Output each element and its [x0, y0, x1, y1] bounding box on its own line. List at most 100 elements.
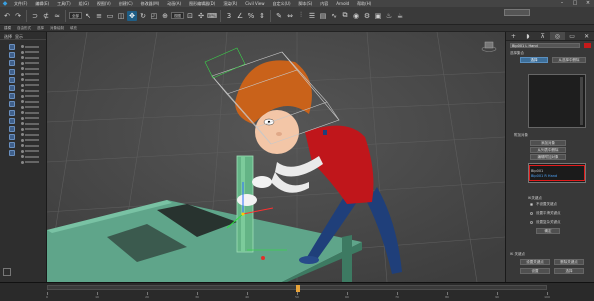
- modify-tab-icon[interactable]: ◗: [521, 32, 536, 40]
- ribbon-tab-object-paint[interactable]: 对象绘制: [50, 26, 64, 31]
- list-item[interactable]: [21, 88, 45, 93]
- visibility-icon[interactable]: [21, 116, 24, 120]
- tab-select[interactable]: 选择: [4, 34, 12, 39]
- render-frame-icon[interactable]: ▣: [373, 11, 383, 21]
- list-item[interactable]: [21, 72, 45, 77]
- menu-item[interactable]: 内容: [316, 1, 332, 7]
- search-input[interactable]: [504, 9, 530, 16]
- menu-item[interactable]: 自定义(U): [268, 1, 294, 7]
- window-crossing-icon[interactable]: ◫: [116, 11, 126, 21]
- selection-filter-dropdown[interactable]: 全部: [69, 12, 82, 19]
- menu-item[interactable]: Civil View: [241, 1, 268, 7]
- visibility-icon[interactable]: [21, 127, 24, 131]
- list-item[interactable]: [21, 94, 45, 99]
- filter-icon[interactable]: [9, 134, 15, 141]
- menu-item[interactable]: 文件(F): [10, 1, 31, 7]
- visibility-icon[interactable]: [21, 89, 24, 92]
- filter-icon[interactable]: [9, 93, 15, 100]
- filter-icon[interactable]: [9, 117, 15, 124]
- select-manipulate-icon[interactable]: ✣: [196, 11, 206, 21]
- maximize-icon[interactable]: □: [569, 0, 581, 7]
- tab-display[interactable]: 显示: [15, 34, 23, 39]
- menu-item[interactable]: 脚本(S): [295, 1, 317, 7]
- snap-toggle-icon[interactable]: 3: [224, 11, 234, 21]
- list-item[interactable]: [21, 121, 45, 126]
- visibility-icon[interactable]: [21, 138, 24, 142]
- ribbon-tab-selection[interactable]: 选择: [37, 26, 44, 31]
- visibility-icon[interactable]: [21, 144, 24, 147]
- delete-key-button[interactable]: 删除关键点: [554, 259, 584, 265]
- render-teapot-icon[interactable]: ♨: [384, 11, 394, 21]
- visibility-icon[interactable]: [21, 45, 24, 48]
- visibility-icon[interactable]: [21, 50, 24, 54]
- object-name-field[interactable]: Bip001 L Hand: [510, 43, 580, 48]
- visibility-icon[interactable]: [21, 133, 24, 136]
- list-item[interactable]: [21, 55, 45, 60]
- scale-icon[interactable]: ◰: [149, 11, 159, 21]
- unlink-icon[interactable]: ⊄: [41, 11, 51, 21]
- attachment-list[interactable]: Bip001 Bip001 R Hand: [528, 163, 586, 183]
- list-item[interactable]: Bip001 R Hand: [531, 174, 557, 178]
- visibility-icon[interactable]: [21, 56, 24, 59]
- keyboard-shortcut-icon[interactable]: ⌨: [207, 11, 217, 21]
- utilities-tab-icon[interactable]: ✕: [579, 32, 594, 40]
- select-by-name-icon[interactable]: ≡: [94, 11, 104, 21]
- visibility-icon[interactable]: [21, 122, 24, 125]
- visibility-icon[interactable]: [21, 61, 24, 65]
- list-item[interactable]: Bip001: [531, 169, 543, 173]
- filter-icon[interactable]: [9, 101, 15, 108]
- visibility-icon[interactable]: [21, 78, 24, 81]
- list-item[interactable]: [21, 83, 45, 88]
- material-editor-icon[interactable]: ◉: [351, 11, 361, 21]
- visibility-icon[interactable]: [21, 100, 24, 103]
- filter-icon[interactable]: [9, 84, 15, 91]
- align-icon[interactable]: ⫶: [296, 11, 306, 21]
- menu-item[interactable]: 修改器(M): [137, 1, 164, 7]
- option-2-radio[interactable]: [530, 212, 533, 215]
- list-item[interactable]: [21, 110, 45, 115]
- object-list-box[interactable]: [528, 74, 586, 128]
- list-scrollbar[interactable]: [580, 77, 583, 125]
- list-item[interactable]: [21, 160, 45, 165]
- display-tab-icon[interactable]: ▭: [565, 32, 580, 40]
- spinner-snap-icon[interactable]: ⇕: [257, 11, 267, 21]
- ribbon-tab-populate[interactable]: 填充: [70, 26, 77, 31]
- visibility-icon[interactable]: [21, 94, 24, 98]
- add-object-button[interactable]: 添加对象: [530, 140, 566, 146]
- visibility-icon[interactable]: [21, 67, 24, 70]
- menu-item[interactable]: Arnold: [332, 1, 353, 7]
- percent-snap-icon[interactable]: %: [246, 11, 256, 21]
- option-3-radio[interactable]: [530, 221, 533, 224]
- undo-icon[interactable]: ↶: [2, 11, 12, 21]
- schematic-view-icon[interactable]: ⧉: [340, 11, 350, 21]
- menu-item[interactable]: 渲染(R): [219, 1, 241, 7]
- list-item[interactable]: [21, 132, 45, 137]
- filter-icon[interactable]: [9, 68, 15, 75]
- set-button[interactable]: 设置: [520, 268, 550, 274]
- select-object-icon[interactable]: ↖: [83, 11, 93, 21]
- layer-explorer-icon[interactable]: ☰: [307, 11, 317, 21]
- list-item[interactable]: [21, 77, 45, 82]
- pivot-icon[interactable]: ⊡: [185, 11, 195, 21]
- visibility-icon[interactable]: [21, 160, 24, 164]
- menu-item[interactable]: 组(G): [75, 1, 93, 7]
- layer-toggle-icon[interactable]: [3, 268, 11, 276]
- filter-icon[interactable]: [9, 109, 15, 116]
- bind-space-warp-icon[interactable]: ≈: [52, 11, 62, 21]
- menu-item[interactable]: 帮助(H): [353, 1, 375, 7]
- move-icon[interactable]: ✥: [127, 10, 137, 21]
- object-color-swatch[interactable]: [584, 43, 591, 48]
- toggle-ribbon-icon[interactable]: ▤: [318, 11, 328, 21]
- filter-icon[interactable]: [9, 76, 15, 83]
- menu-item[interactable]: 创建(C): [115, 1, 137, 7]
- filter-icon[interactable]: [9, 52, 15, 59]
- minimize-icon[interactable]: –: [556, 0, 568, 7]
- list-item[interactable]: [21, 44, 45, 49]
- filter-icon[interactable]: [9, 142, 15, 149]
- ribbon-tab-modeling[interactable]: 建模: [4, 26, 11, 31]
- visibility-icon[interactable]: [21, 111, 24, 114]
- reference-coord-dropdown[interactable]: 视图: [171, 12, 184, 19]
- list-item[interactable]: [21, 66, 45, 71]
- time-slider-thumb[interactable]: [296, 285, 300, 292]
- list-item[interactable]: [21, 143, 45, 148]
